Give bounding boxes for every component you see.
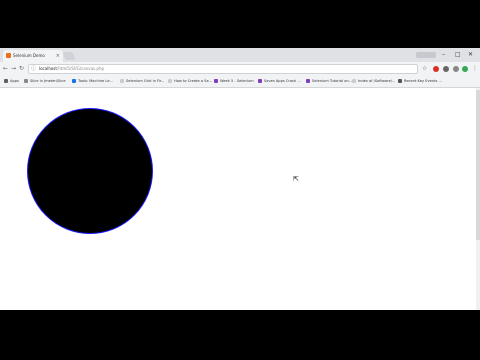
page-icon — [24, 79, 28, 83]
tab-close-icon[interactable]: × — [56, 50, 60, 62]
page-content: ⇱ — [0, 88, 476, 310]
reload-icon[interactable]: ↻ — [19, 63, 24, 75]
bookmark-label: Tools: Machine Le... — [78, 79, 113, 83]
bookmark-label: Apps — [10, 79, 19, 83]
black-circle[interactable] — [27, 108, 153, 234]
tab-active[interactable]: Selenium Demo × — [3, 50, 63, 62]
bookmark-label: Index of /Software/... — [358, 79, 396, 83]
bookmark-label: Recent Key Events ... — [404, 79, 442, 83]
back-icon[interactable]: ← — [3, 63, 8, 75]
bookmark-item[interactable]: How to Create a Se... — [168, 76, 212, 87]
tab-title: Selenium Demo — [13, 53, 45, 58]
bookmark-item[interactable]: Index of /Software/... — [352, 76, 395, 87]
page-icon — [306, 79, 310, 83]
close-window-icon[interactable]: ✕ — [468, 49, 473, 61]
browser-window: Selenium Demo × – □ ✕ ← → ↻ ⓘ localhost/… — [0, 48, 480, 310]
page-icon — [398, 79, 402, 83]
bookmark-item[interactable]: Tools: Machine Le... — [72, 76, 113, 87]
favicon-icon — [6, 53, 11, 58]
bookmark-item[interactable]: Slice in Jmeter/Slice — [24, 76, 66, 87]
navigation-toolbar: ← → ↻ ⓘ localhost/html5/SVG/canvas.php ☆… — [0, 62, 480, 76]
page-icon — [352, 79, 356, 83]
bookmarks-bar: Apps Slice in Jmeter/Slice Tools: Machin… — [0, 76, 480, 88]
bookmark-label: Slice in Jmeter/Slice — [30, 79, 66, 83]
profile-button[interactable] — [416, 52, 436, 58]
new-tab-button[interactable] — [62, 52, 76, 60]
url-host: localhost — [39, 66, 57, 71]
extension-dark-icon[interactable] — [443, 66, 449, 72]
extension-gray-icon[interactable] — [453, 66, 459, 72]
title-bar: Selenium Demo × – □ ✕ — [0, 48, 480, 62]
minimize-icon[interactable]: – — [442, 49, 445, 61]
page-icon — [258, 79, 262, 83]
menu-icon[interactable]: ⋮ — [472, 63, 478, 75]
page-icon — [214, 79, 218, 83]
page-icon — [72, 79, 76, 83]
forward-icon[interactable]: → — [11, 63, 16, 75]
bookmark-label: Selenium Tutorial on... — [312, 79, 353, 83]
bookmark-item[interactable]: Selenium Grid in Fir... — [120, 76, 164, 87]
mouse-cursor-icon: ⇱ — [293, 175, 299, 183]
bookmark-item[interactable]: Saves Apps Crash ... — [258, 76, 301, 87]
page-icon — [168, 79, 172, 83]
bookmark-label: Saves Apps Crash ... — [264, 79, 301, 83]
apps-grid-icon — [4, 79, 8, 83]
bookmark-label: Week 5 - Selenium — [220, 79, 254, 83]
extension-green-icon[interactable] — [462, 66, 468, 72]
bookmark-label: Selenium Grid in Fir... — [126, 79, 165, 83]
page-icon — [120, 79, 124, 83]
scrollbar-thumb[interactable] — [476, 90, 480, 240]
vertical-scrollbar[interactable] — [476, 88, 480, 310]
maximize-icon[interactable]: □ — [455, 49, 461, 61]
bookmark-item[interactable]: Selenium Tutorial on... — [306, 76, 352, 87]
bookmark-item[interactable]: Week 5 - Selenium — [214, 76, 254, 87]
address-bar[interactable]: ⓘ localhost/html5/SVG/canvas.php — [28, 64, 418, 74]
url-path: /html5/SVG/canvas.php — [56, 66, 105, 71]
extension-red-icon[interactable] — [433, 66, 439, 72]
info-icon: ⓘ — [31, 66, 37, 72]
bookmark-star-icon[interactable]: ☆ — [422, 63, 427, 75]
bookmark-label: How to Create a Se... — [174, 79, 213, 83]
bookmark-item[interactable]: Recent Key Events ... — [398, 76, 442, 87]
bookmark-apps[interactable]: Apps — [4, 76, 19, 87]
